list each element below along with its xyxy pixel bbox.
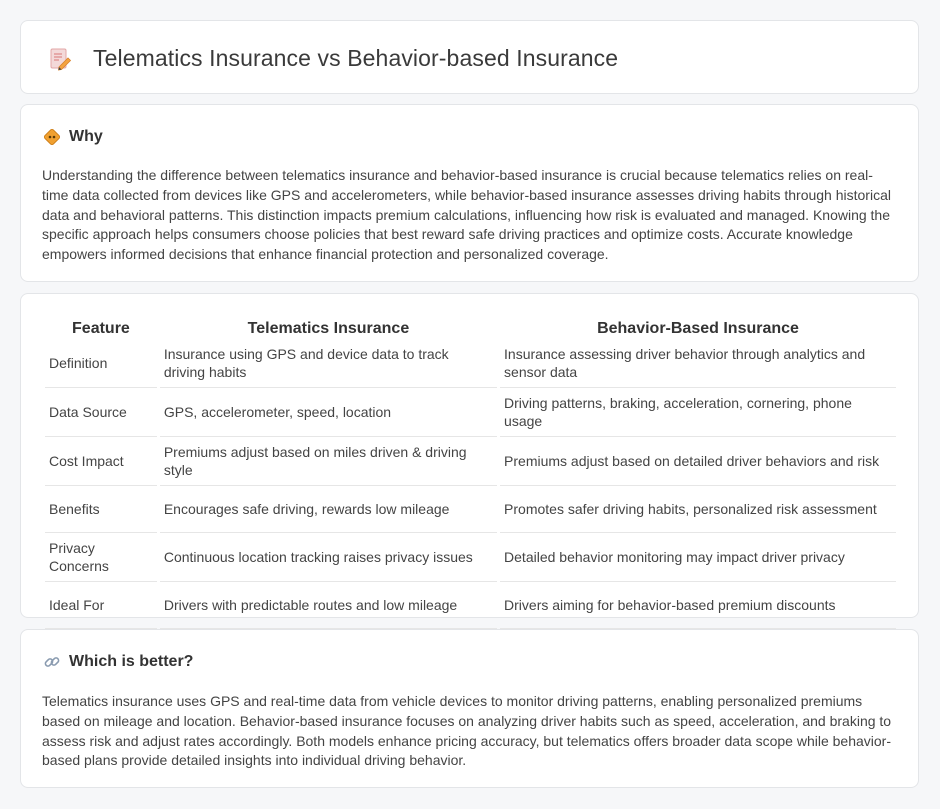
diamond-sign-icon <box>43 128 61 146</box>
better-title: Which is better? <box>69 653 194 670</box>
feature-cell: Ideal For <box>45 582 157 629</box>
header-feature: Feature <box>72 320 130 337</box>
header-behavior-based: Behavior-Based Insurance <box>597 320 799 337</box>
table-row: Ideal For Drivers with predictable route… <box>45 582 896 629</box>
document-pencil-icon <box>50 48 72 70</box>
header-card: Telematics Insurance vs Behavior-based I… <box>20 20 919 94</box>
which-better-section: Which is better? Telematics insurance us… <box>20 629 919 788</box>
better-heading: Which is better? <box>43 653 193 671</box>
why-title: Why <box>69 128 103 145</box>
why-body: Understanding the difference between tel… <box>42 167 891 263</box>
table-row: Benefits Encourages safe driving, reward… <box>45 486 896 533</box>
feature-cell: Cost Impact <box>45 437 157 486</box>
table-row: Cost Impact Premiums adjust based on mil… <box>45 437 896 486</box>
behavior-cell: Driving patterns, braking, acceleration,… <box>500 388 896 437</box>
better-body: Telematics insurance uses GPS and real-t… <box>42 693 892 769</box>
table-row: Definition Insurance using GPS and devic… <box>45 339 896 388</box>
page-title: Telematics Insurance vs Behavior-based I… <box>93 45 619 71</box>
feature-cell: Definition <box>45 339 157 388</box>
header-telematics: Telematics Insurance <box>247 320 410 337</box>
behavior-cell: Premiums adjust based on detailed driver… <box>500 437 896 486</box>
comparison-section: Feature Telematics Insurance Behavior-Ba… <box>20 293 919 629</box>
table-row: Data Source GPS, accelerometer, speed, l… <box>45 388 896 437</box>
telematics-cell: Continuous location tracking raises priv… <box>159 533 498 582</box>
feature-cell: Data Source <box>45 388 157 437</box>
behavior-cell: Insurance assessing driver behavior thro… <box>500 339 896 388</box>
behavior-cell: Detailed behavior monitoring may impact … <box>500 533 896 582</box>
table-row: Privacy Concerns Continuous location tra… <box>45 533 896 582</box>
telematics-cell: Encourages safe driving, rewards low mil… <box>159 486 498 533</box>
behavior-cell: Drivers aiming for behavior-based premiu… <box>500 582 896 629</box>
behavior-cell: Promotes safer driving habits, personali… <box>500 486 896 533</box>
comparison-table: Feature Telematics Insurance Behavior-Ba… <box>42 315 899 629</box>
telematics-cell: GPS, accelerometer, speed, location <box>159 388 498 437</box>
title-row: Telematics Insurance vs Behavior-based I… <box>47 45 618 72</box>
table-header-row: Feature Telematics Insurance Behavior-Ba… <box>45 315 896 339</box>
telematics-cell: Drivers with predictable routes and low … <box>159 582 498 629</box>
why-heading: Why <box>43 128 103 146</box>
telematics-cell: Premiums adjust based on miles driven & … <box>159 437 498 486</box>
link-icon <box>44 657 60 667</box>
telematics-cell: Insurance using GPS and device data to t… <box>159 339 498 388</box>
feature-cell: Benefits <box>45 486 157 533</box>
why-section: Why Understanding the difference between… <box>20 104 919 282</box>
feature-cell: Privacy Concerns <box>45 533 157 582</box>
